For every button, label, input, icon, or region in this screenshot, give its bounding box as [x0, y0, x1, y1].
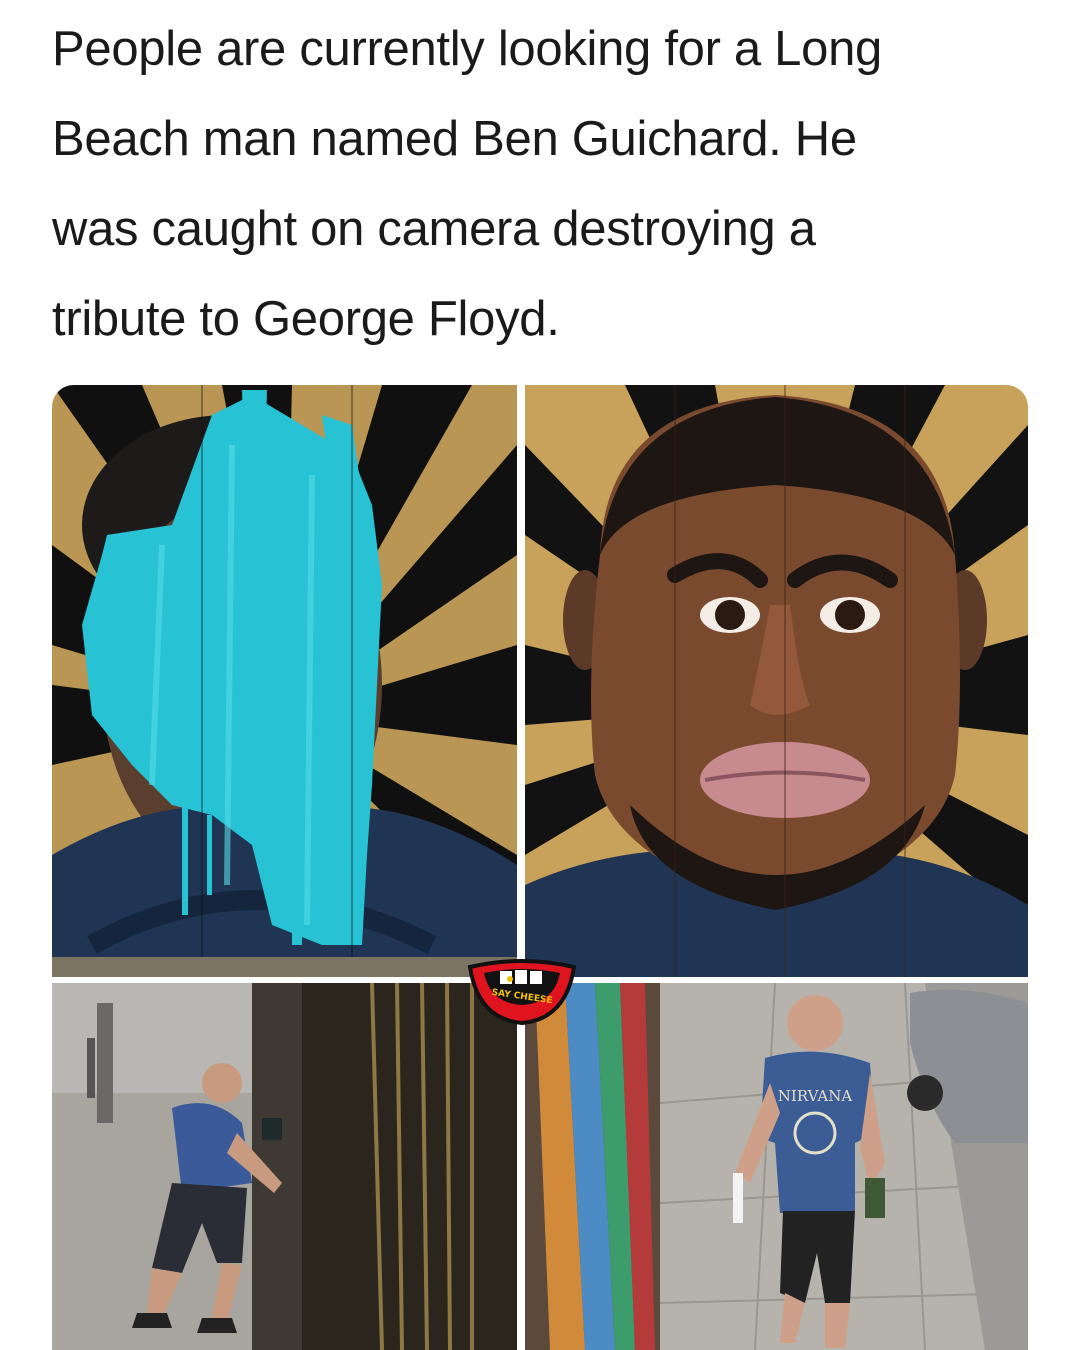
photo-collage[interactable]: NIRVANA	[52, 385, 1028, 1350]
caption-line-4: tribute to George Floyd.	[52, 292, 560, 346]
post-caption: People are currently looking for a Long …	[52, 4, 1042, 364]
vandalized-mural-photo	[52, 385, 517, 977]
caption-line-3: was caught on camera destroying a	[52, 202, 816, 256]
cctv-walking-photo: NIRVANA	[525, 983, 1028, 1350]
caption-line-2: Beach man named Ben Guichard. He	[52, 112, 857, 166]
cctv-painting-photo	[52, 983, 517, 1350]
say-cheese-logo: SAY CHEESE	[466, 957, 578, 1027]
original-mural-photo	[525, 385, 1028, 977]
shirt-text: NIRVANA	[778, 1087, 853, 1105]
caption-line-1: People are currently looking for a Long	[52, 22, 882, 76]
